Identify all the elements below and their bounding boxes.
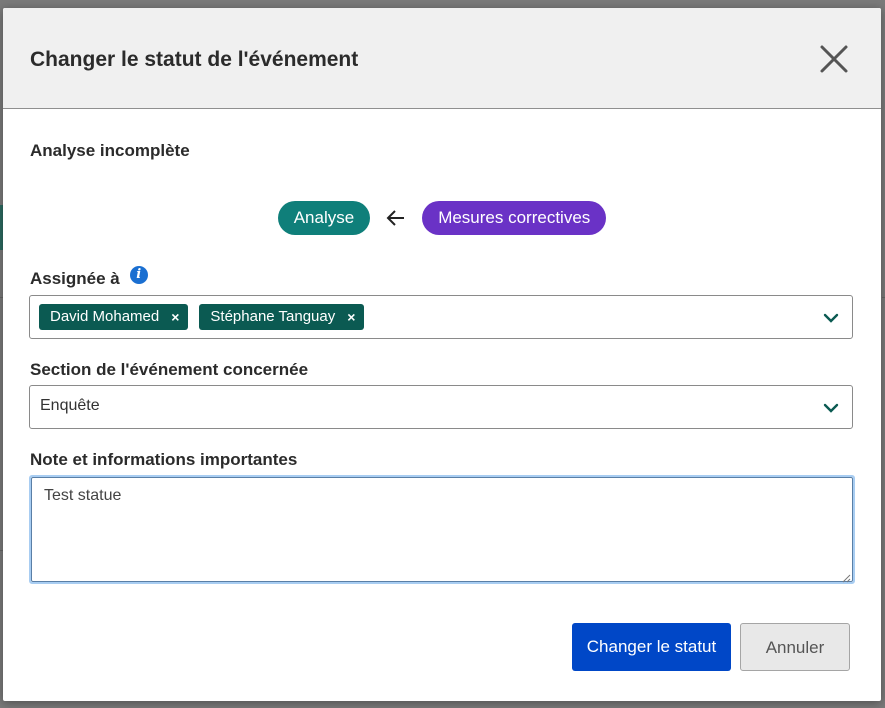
remove-chip-icon[interactable]: ×: [171, 304, 179, 330]
assignee-label-row: Assignée à i: [30, 266, 148, 289]
change-status-dialog: Changer le statut de l'événement Analyse…: [3, 8, 881, 701]
info-icon[interactable]: i: [129, 266, 148, 284]
note-textarea-value: Test statue: [44, 487, 122, 504]
note-textarea[interactable]: Test statue: [29, 475, 855, 584]
cancel-button[interactable]: Annuler: [740, 623, 850, 671]
arrow-left-icon: [385, 207, 407, 229]
assignee-label: Assignée à: [30, 269, 120, 288]
change-status-button[interactable]: Changer le statut: [572, 623, 731, 671]
remove-chip-icon[interactable]: ×: [347, 304, 355, 330]
assignee-chip: Stéphane Tanguay ×: [199, 304, 365, 330]
assignee-select[interactable]: David Mohamed × Stéphane Tanguay ×: [29, 295, 853, 339]
close-icon[interactable]: [817, 42, 851, 76]
assignee-chip-name: David Mohamed: [50, 308, 160, 325]
chevron-down-icon[interactable]: [822, 399, 840, 417]
section-select[interactable]: Enquête: [29, 385, 853, 429]
status-transition: Analyse Mesures correctives: [3, 201, 881, 235]
assignee-chip-name: Stéphane Tanguay: [210, 308, 336, 325]
dialog-header: Changer le statut de l'événement: [3, 8, 881, 109]
section-selected-value: Enquête: [40, 397, 100, 414]
dialog-title: Changer le statut de l'événement: [30, 48, 359, 71]
status-heading: Analyse incomplète: [30, 141, 190, 160]
resize-handle-icon[interactable]: [841, 570, 851, 583]
note-label: Note et informations importantes: [30, 450, 298, 469]
assignee-chip: David Mohamed ×: [39, 304, 189, 330]
target-status-pill: Mesures correctives: [422, 201, 607, 235]
chevron-down-icon[interactable]: [822, 309, 840, 327]
current-status-pill: Analyse: [277, 201, 371, 235]
section-label: Section de l'événement concernée: [30, 360, 309, 379]
